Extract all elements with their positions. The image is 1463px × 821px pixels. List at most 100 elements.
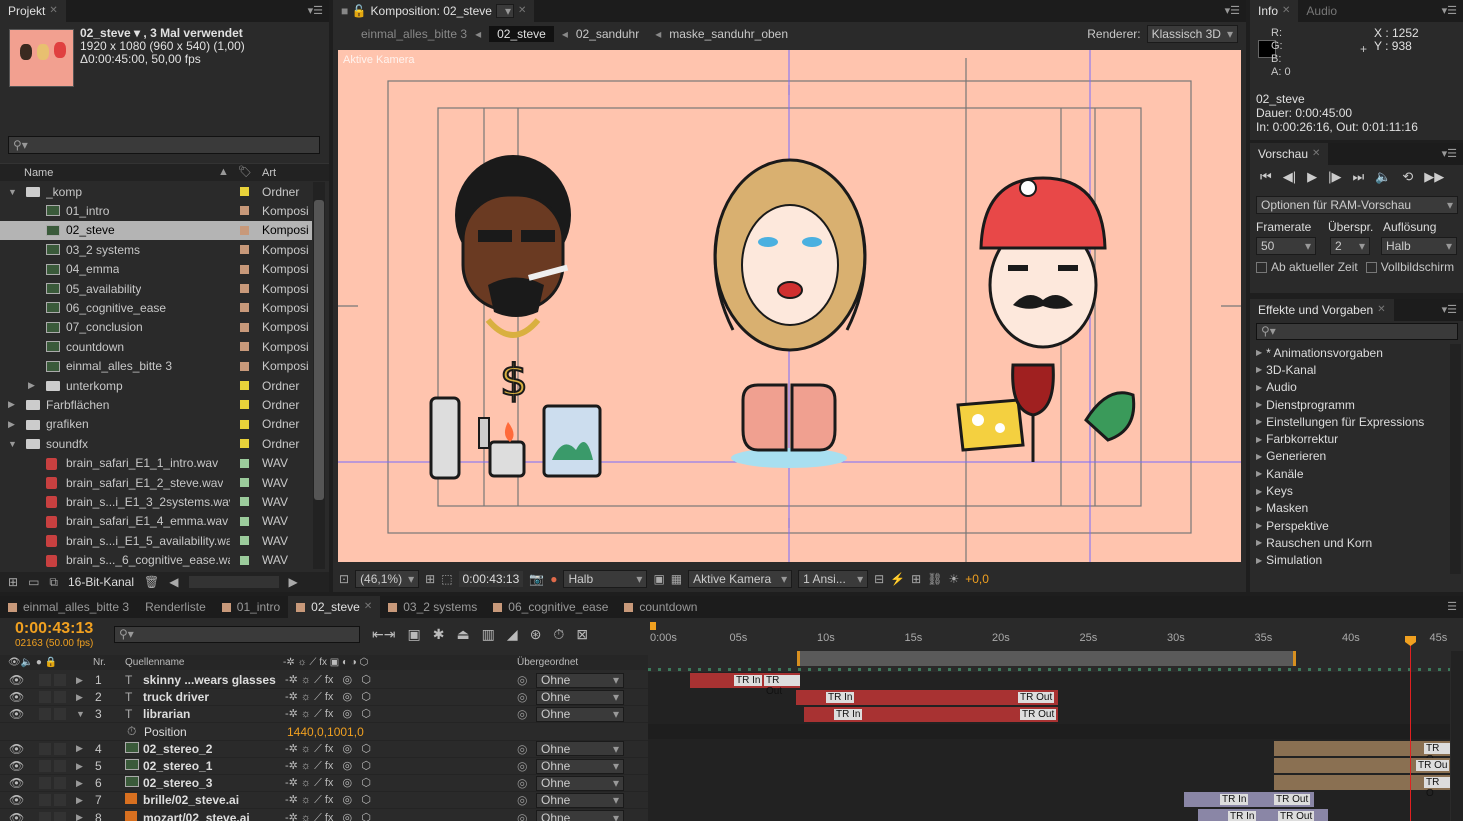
timeline-tab[interactable]: Renderliste	[137, 596, 214, 618]
effects-category[interactable]: ▶ 3D-Kanal	[1250, 361, 1448, 378]
project-item-comp[interactable]: 06_cognitive_ease Komposi	[0, 298, 312, 317]
visibility-eye-icon[interactable]: 👁	[9, 707, 24, 721]
graph-editor-icon[interactable]: ⏱	[553, 626, 564, 643]
layer-row[interactable]: 👁 ▶ 7 brille/02_steve.ai -✲ ☼ ⟋ fx ◎ ⬡ ◎ Ohne	[0, 792, 648, 810]
effects-category[interactable]: ▶ Einstellungen für Expressions	[1250, 413, 1448, 430]
col-type-header[interactable]: Art	[262, 167, 276, 179]
parent-pickwhip-icon[interactable]: ◎	[517, 742, 527, 756]
flowchart-icon[interactable]: ⛓	[927, 572, 942, 586]
disclosure-closed-icon[interactable]: ▶	[1256, 469, 1262, 478]
panel-menu-icon[interactable]: ☰	[1447, 600, 1457, 613]
draft-3d-icon[interactable]: ▣	[407, 626, 420, 643]
timeline-scrollbar[interactable]	[1451, 651, 1463, 821]
skip-select[interactable]: 2	[1330, 237, 1370, 255]
effects-category[interactable]: ▶ * Animationsvorgaben	[1250, 344, 1448, 361]
lock-toggle[interactable]	[54, 742, 66, 755]
play-icon[interactable]: ▶	[1307, 169, 1317, 185]
effects-category[interactable]: ▶ Perspektive	[1250, 517, 1448, 534]
label-icon[interactable]: 🏷	[238, 165, 252, 178]
scroll-left-icon[interactable]: ◀	[169, 575, 178, 589]
project-item-wav[interactable]: brain_safari_E1_2_steve.wav WAV	[0, 473, 312, 492]
tr-out-marker[interactable]: TR Out	[1278, 811, 1315, 821]
lock-toggle[interactable]	[54, 708, 66, 721]
label-color-chip[interactable]	[240, 187, 249, 196]
effects-search-input[interactable]: ⚲▾	[1256, 323, 1458, 340]
exposure-icon[interactable]: ☀	[948, 572, 959, 586]
zoom-select[interactable]: (46,1%)	[355, 570, 420, 588]
close-icon[interactable]: ✕	[518, 0, 526, 22]
layer-name[interactable]: 02_stereo_1	[143, 759, 212, 773]
timeline-tab[interactable]: 02_steve ✕	[288, 596, 381, 618]
roi-icon[interactable]: ▣	[653, 572, 664, 586]
col-source-header[interactable]: Quellenname	[125, 657, 184, 668]
disclosure-closed-icon[interactable]: ▶	[1256, 400, 1262, 409]
disclosure-closed-icon[interactable]: ▶	[76, 778, 83, 789]
lock-toggle[interactable]	[54, 794, 66, 807]
panel-menu-icon[interactable]: ▾☰	[308, 4, 323, 17]
parent-pickwhip-icon[interactable]: ◎	[517, 811, 527, 821]
layer-switches[interactable]: -✲ ☼ ⟋ fx ◎ ⬡	[285, 742, 371, 756]
project-item-wav[interactable]: brain_safari_E1_1_intro.wav WAV	[0, 454, 312, 473]
project-item-comp[interactable]: 04_emma Komposi	[0, 260, 312, 279]
layer-bar-3[interactable]: TR In TR Out	[804, 707, 1058, 722]
lock-toggle[interactable]	[54, 811, 66, 821]
bit-depth-label[interactable]: 16-Bit-Kanal	[68, 575, 134, 589]
layer-name[interactable]: skinny ...wears glasses	[143, 673, 276, 687]
close-icon[interactable]: ✕	[364, 596, 372, 618]
visibility-eye-icon[interactable]: 👁	[9, 793, 24, 807]
effects-category[interactable]: ▶ Kanäle	[1250, 465, 1448, 482]
label-color-chip[interactable]	[240, 478, 249, 487]
toggle-pixel-aspect-icon[interactable]: ⊟	[874, 572, 884, 586]
label-color-chip[interactable]	[240, 439, 249, 449]
label-color-chip[interactable]	[240, 497, 249, 507]
tab-effects[interactable]: Effekte und Vorgaben ✕	[1250, 299, 1394, 321]
tr-in-marker[interactable]: TR In	[826, 692, 855, 703]
fullscreen-checkbox[interactable]	[1365, 261, 1377, 273]
disclosure-closed-icon[interactable]: ▶	[1256, 538, 1262, 547]
timeline-icon[interactable]: ⊞	[911, 572, 921, 586]
timeline-tab[interactable]: 01_intro	[214, 596, 288, 618]
tr-out-marker[interactable]: TR Ou	[1416, 760, 1450, 771]
label-color-chip[interactable]	[240, 245, 249, 255]
disclosure-open-icon[interactable]: ▼	[8, 187, 17, 197]
parent-pickwhip-icon[interactable]: ◎	[517, 759, 527, 773]
exposure-value[interactable]: +0,0	[965, 572, 989, 586]
tr-in-marker[interactable]: TR In	[1220, 794, 1249, 805]
work-area-bar[interactable]	[797, 651, 1296, 666]
effects-scrollbar[interactable]	[1450, 344, 1461, 574]
project-item-comp[interactable]: countdown Komposi	[0, 337, 312, 356]
project-item-wav[interactable]: brain_safari_E1_4_emma.wav WAV	[0, 512, 312, 531]
tab-projekt[interactable]: Projekt ✕	[0, 0, 66, 22]
disclosure-closed-icon[interactable]: ▶	[28, 380, 35, 391]
audio-icon[interactable]: 🔈	[1375, 169, 1391, 185]
project-item-folder[interactable]: ▶ unterkomp Ordner	[0, 376, 312, 395]
layer-bar-4[interactable]: TR O	[1274, 741, 1450, 765]
tr-in-marker[interactable]: TR In	[834, 709, 863, 720]
effects-category[interactable]: ▶ Simulation	[1250, 552, 1448, 569]
lock-toggle[interactable]	[54, 760, 66, 772]
snapshot-icon[interactable]: 📷	[529, 572, 544, 586]
disclosure-closed-icon[interactable]: ▶	[1256, 556, 1262, 565]
tr-in-marker[interactable]: TR In	[734, 675, 763, 686]
disclosure-closed-icon[interactable]: ▶	[76, 761, 83, 772]
layer-bar-5[interactable]: TR Ou	[1274, 758, 1450, 773]
camera-select[interactable]: Aktive Kamera	[688, 570, 793, 588]
layer-name[interactable]: 02_stereo_3	[143, 776, 212, 790]
timeline-tab[interactable]: 06_cognitive_ease	[485, 596, 616, 618]
playhead[interactable]	[1410, 636, 1411, 821]
parent-pickwhip-icon[interactable]: ◎	[517, 707, 527, 721]
panel-menu-icon[interactable]: ▾☰	[1442, 4, 1457, 17]
label-color-chip[interactable]	[240, 225, 249, 235]
property-value[interactable]: 1440,0,1001,0	[287, 725, 364, 739]
layer-row[interactable]: 👁 ▶ 6 02_stereo_3 -✲ ☼ ⟋ fx ◎ ⬡ ◎ Ohne	[0, 775, 648, 793]
disclosure-closed-icon[interactable]: ▶	[1256, 417, 1262, 426]
timeline-tab[interactable]: einmal_alles_bitte 3	[0, 596, 137, 618]
project-item-wav[interactable]: brain_s...i_E1_3_2systems.wav WAV	[0, 492, 312, 511]
layer-row[interactable]: 👁 ▼ 3 Tlibrarian -✲ ☼ ⟋ fx ◎ ⬡ ◎ Ohne	[0, 706, 648, 724]
disclosure-closed-icon[interactable]: ▶	[1256, 521, 1262, 530]
solo-toggle[interactable]	[39, 777, 51, 790]
label-color-chip[interactable]	[240, 536, 249, 546]
breadcrumb-2[interactable]: 02_sanduhr	[576, 27, 639, 41]
label-color-chip[interactable]	[240, 342, 249, 352]
new-folder-icon[interactable]: ▭	[28, 575, 39, 589]
